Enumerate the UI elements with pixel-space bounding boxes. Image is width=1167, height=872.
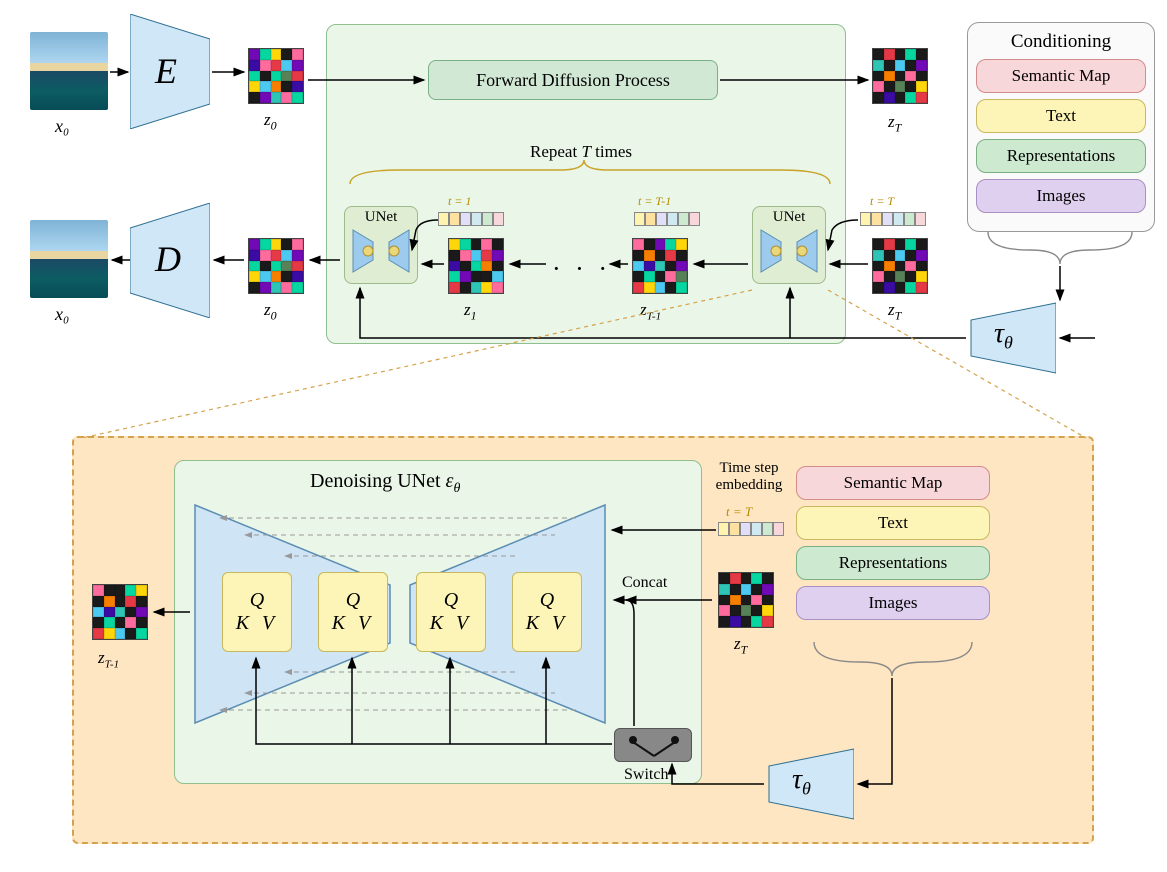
z1-label: z1	[464, 300, 477, 323]
switch-block	[614, 728, 692, 762]
ts-strip-T1	[634, 212, 700, 226]
cond-representations-d: Representations	[796, 546, 990, 580]
cond-semantic-map: Semantic Map	[976, 59, 1146, 93]
ts-1-label: t = 1	[448, 194, 471, 209]
unet-block-left: UNet	[344, 206, 418, 284]
input-label: x₀	[55, 116, 69, 137]
cond-representations: Representations	[976, 139, 1146, 173]
latent-zT-1	[632, 238, 688, 294]
input-image	[30, 32, 108, 110]
latent-zT-in	[718, 572, 774, 628]
ts-strip-detail	[718, 522, 784, 536]
latent-z1	[448, 238, 504, 294]
cond-images-d: Images	[796, 586, 990, 620]
forward-diffusion-label: Forward Diffusion Process	[476, 70, 670, 91]
zT-top-label: zT	[888, 112, 901, 135]
ts-T1-label: t = T-1	[638, 194, 671, 209]
latent-z0-top	[248, 48, 304, 104]
unet-label-left: UNet	[365, 209, 398, 226]
output-label: x₀	[55, 304, 69, 325]
encoder-label: E	[155, 50, 177, 92]
cond-text-d: Text	[796, 506, 990, 540]
zT-mid-label: zT	[888, 300, 901, 323]
concat-label: Concat	[622, 574, 667, 592]
decoder-label: D	[155, 238, 181, 280]
ts-strip-T-top	[860, 212, 926, 226]
qkv-block-1: QK V	[222, 572, 292, 652]
z0-top-label: z0	[264, 110, 277, 133]
latent-zT-top	[872, 48, 928, 104]
zT-1-label: zT-1	[640, 300, 661, 322]
repeat-label: Repeat T times	[530, 142, 632, 162]
unet-icon	[351, 228, 411, 274]
conditioning-panel: Conditioning Semantic Map Text Represent…	[967, 22, 1155, 232]
denoising-title: Denoising UNet εθ	[310, 470, 460, 497]
tau-label-top: τθ	[994, 318, 1013, 354]
timestep-label: Time step embedding	[704, 460, 794, 494]
ts-T-label-top: t = T	[870, 194, 894, 209]
latent-zT-1-out	[92, 584, 148, 640]
cond-images: Images	[976, 179, 1146, 213]
ellipsis: · · ·	[552, 254, 611, 284]
conditioning-panel-detail: Semantic Map Text Representations Images	[796, 466, 990, 626]
qkv-block-4: QK V	[512, 572, 582, 652]
forward-diffusion-box: Forward Diffusion Process	[428, 60, 718, 100]
conditioning-title: Conditioning	[976, 31, 1146, 53]
z0-bot-label: z0	[264, 300, 277, 323]
qkv-block-3: QK V	[416, 572, 486, 652]
unet-label-right: UNet	[773, 209, 806, 226]
qkv-block-2: QK V	[318, 572, 388, 652]
cond-text: Text	[976, 99, 1146, 133]
ts-strip-1	[438, 212, 504, 226]
unet-icon-r	[759, 228, 819, 274]
latent-z0-bot	[248, 238, 304, 294]
cond-semantic-map-d: Semantic Map	[796, 466, 990, 500]
tau-label-detail: τθ	[792, 764, 811, 800]
zT-in-label: zT	[734, 634, 747, 657]
zT-1-out-label: zT-1	[98, 648, 119, 670]
output-image	[30, 220, 108, 298]
ts-T-label-detail: t = T	[726, 504, 752, 520]
unet-block-right: UNet	[752, 206, 826, 284]
switch-label: Switch	[624, 766, 668, 784]
latent-zT-mid	[872, 238, 928, 294]
